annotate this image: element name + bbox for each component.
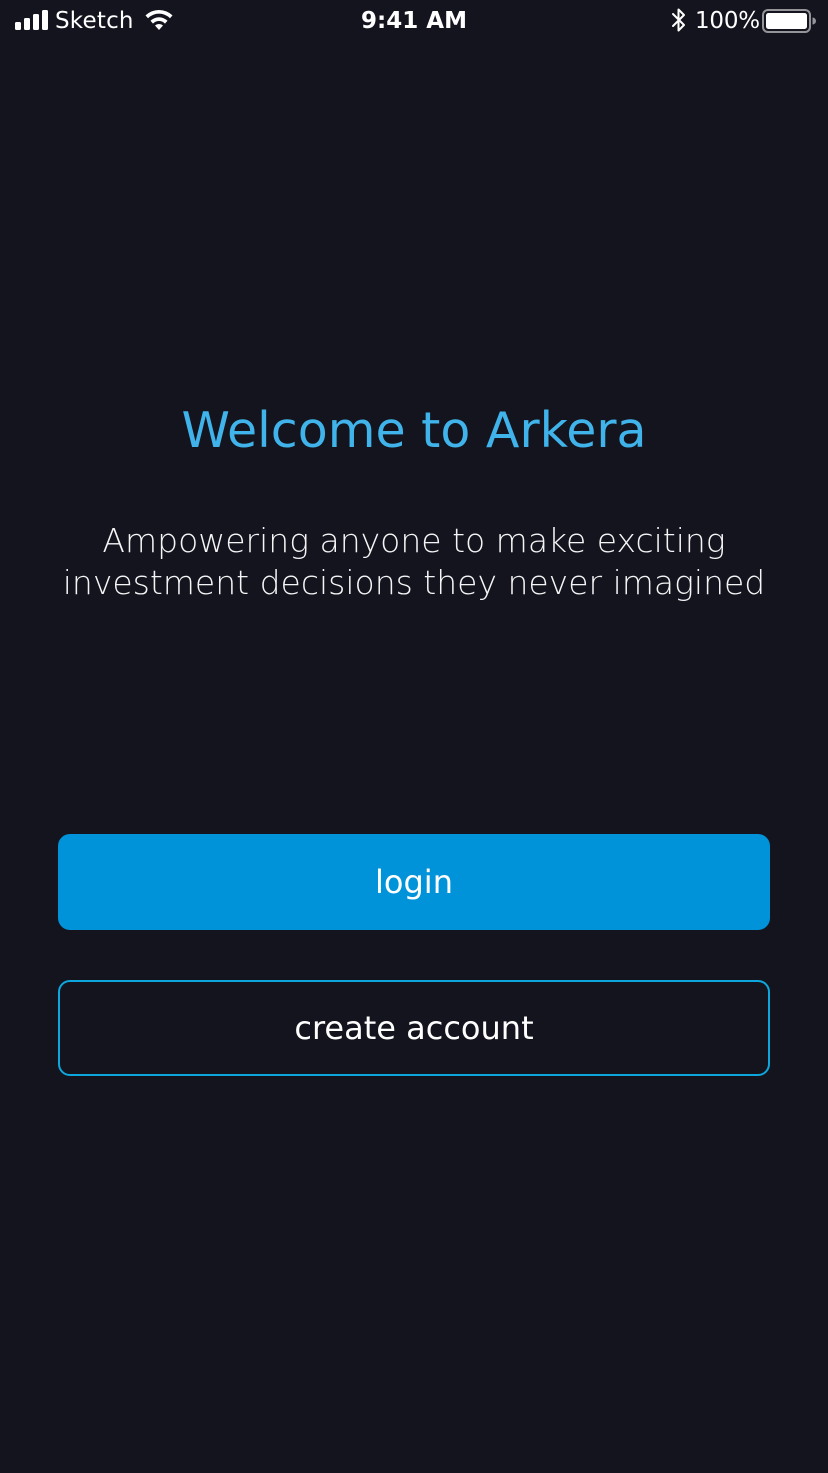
tagline-line-1: Ampowering anyone to make exciting <box>102 521 726 560</box>
tagline: Ampowering anyone to make exciting inves… <box>40 520 788 604</box>
login-button[interactable]: login <box>58 834 770 930</box>
login-button-label: login <box>375 863 453 901</box>
battery-icon <box>762 9 816 33</box>
status-bar: Sketch 9:41 AM 100% <box>0 0 828 42</box>
welcome-title: Welcome to Arkera <box>181 402 647 459</box>
tagline-line-2: investment decisions they never imagined <box>62 563 766 602</box>
bluetooth-icon <box>672 8 685 32</box>
battery-percent: 100% <box>695 8 760 34</box>
create-account-button-label: create account <box>294 1009 534 1047</box>
create-account-button[interactable]: create account <box>58 980 770 1076</box>
